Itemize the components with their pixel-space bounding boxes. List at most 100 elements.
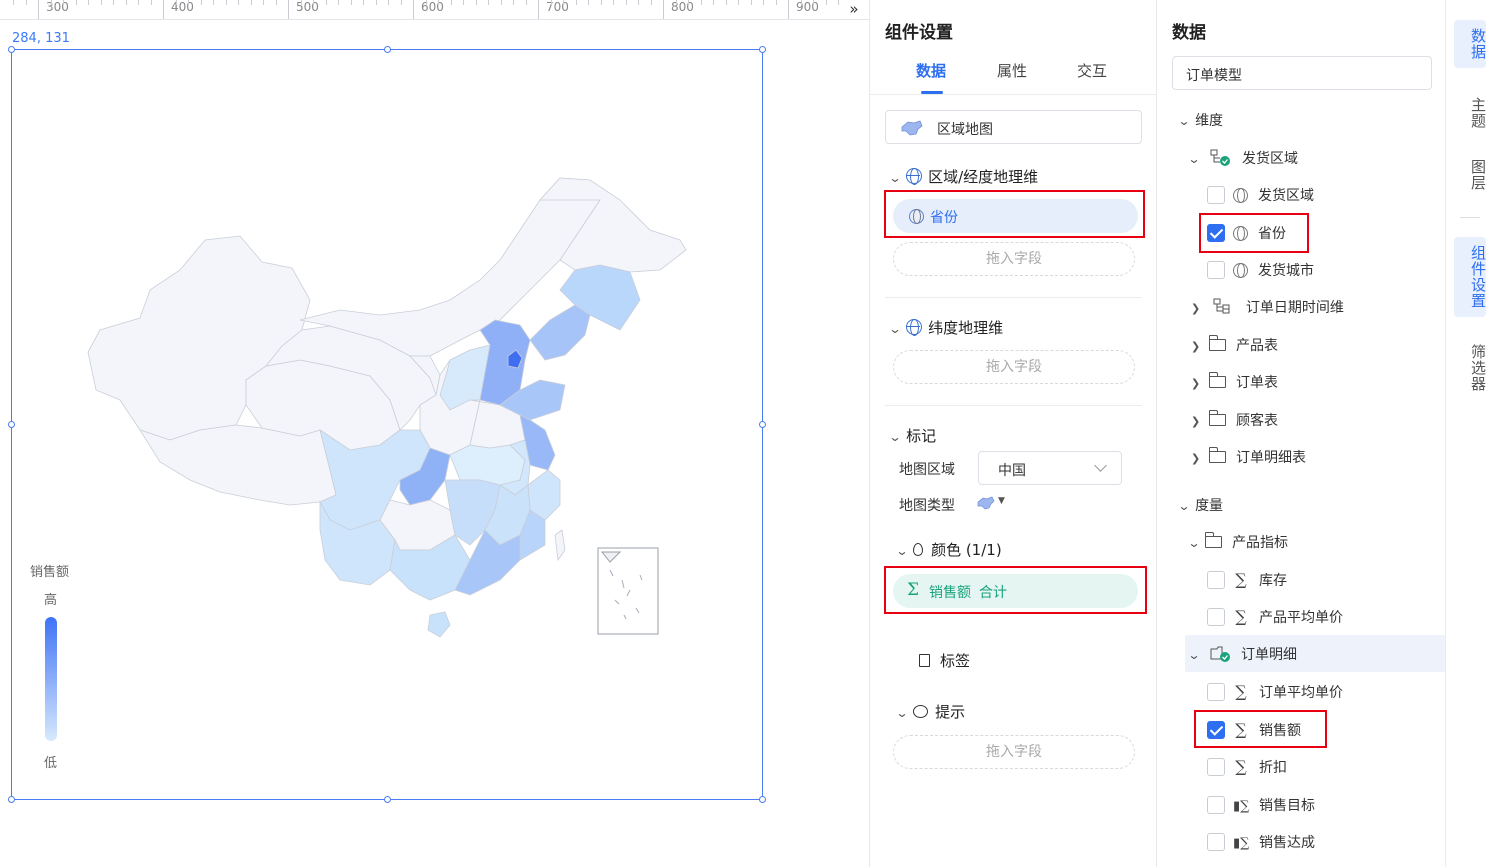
tree-item-field[interactable]: 发货城市 <box>1207 260 1314 280</box>
section-region-geo[interactable]: ⌄ 区域/经度地理维 <box>888 166 1038 187</box>
checkbox[interactable] <box>1207 571 1225 589</box>
design-canvas[interactable]: 300 400 500 600 700 800 900 » 284, 131 销… <box>0 0 869 867</box>
chevron-down-icon: ⌄ <box>1187 152 1201 166</box>
legend-title: 销售额 <box>30 565 70 580</box>
section-marker[interactable]: ⌄ 标记 <box>888 425 937 446</box>
tree-item-field[interactable]: 发货区域 <box>1207 185 1314 205</box>
hierarchy-icon <box>1213 298 1230 314</box>
highlight-box <box>884 190 1145 238</box>
sigma-icon: ∑ <box>1235 570 1247 589</box>
checkbox[interactable] <box>1207 186 1225 204</box>
chevron-right-icon: ❯ <box>1191 452 1201 465</box>
chevron-down-icon: ⌄ <box>888 171 902 185</box>
calc-sigma-icon: ▮∑ <box>1233 799 1250 814</box>
checkbox[interactable] <box>1207 683 1225 701</box>
tree-item-field[interactable]: ∑ 折扣 <box>1207 757 1287 777</box>
side-tab-bar: 数据 主题 图层 组件设置 筛选器 <box>1445 0 1492 867</box>
side-tab-theme[interactable]: 主题 <box>1454 89 1487 137</box>
checkbox[interactable] <box>1207 758 1225 776</box>
side-tab-layers[interactable]: 图层 <box>1454 151 1487 199</box>
checkbox[interactable] <box>1207 796 1225 814</box>
tree-item-folder[interactable]: ❯ 订单明细表 <box>1191 447 1306 467</box>
section-label: 标签 <box>940 652 971 670</box>
tab-data[interactable]: 数据 <box>916 60 946 81</box>
tree-item-field[interactable]: ▮∑ 销售目标 <box>1207 795 1315 815</box>
tree-item-label: 库存 <box>1259 573 1287 589</box>
model-selector[interactable]: 订单模型 <box>1172 56 1432 90</box>
map-region <box>427 611 451 638</box>
map-type-dropdown[interactable]: ▼ <box>977 496 1009 512</box>
tree-item-folder[interactable]: ⌄ 产品指标 <box>1187 532 1288 552</box>
section-tooltip[interactable]: ⌄ 提示 <box>895 701 965 722</box>
chevron-down-icon: ⌄ <box>1187 536 1201 550</box>
legend-low-label: 低 <box>44 756 58 771</box>
tree-item-field[interactable]: ∑ 订单平均单价 <box>1207 682 1343 702</box>
tree-item-folder[interactable]: ❯ 顾客表 <box>1191 410 1278 430</box>
china-region-map[interactable] <box>0 0 869 867</box>
folder-open-icon <box>1205 532 1223 548</box>
tree-item-label: 订单日期时间维 <box>1245 300 1344 316</box>
checkbox[interactable] <box>1207 608 1225 626</box>
hierarchy-check-icon <box>1210 149 1230 166</box>
folder-icon <box>1209 447 1226 463</box>
chevron-down-icon: ⌄ <box>888 430 902 444</box>
label-icon <box>919 654 930 667</box>
map-area-label: 地图区域 <box>899 462 955 478</box>
tree-item-label: 发货区域 <box>1258 188 1314 204</box>
section-color[interactable]: ⌄ 颜色 (1/1) <box>895 539 1001 560</box>
region-map-icon <box>901 120 923 136</box>
chevron-down-icon: ⌄ <box>1177 114 1191 128</box>
side-tab-filter[interactable]: 筛选器 <box>1454 336 1487 400</box>
map-area-select[interactable]: 中国 <box>978 451 1122 485</box>
chevron-right-icon: ❯ <box>1191 302 1201 315</box>
tree-item-folder[interactable]: ❯ 产品表 <box>1191 335 1278 355</box>
panel-title: 组件设置 <box>885 23 953 43</box>
divider <box>885 297 1142 298</box>
folder-icon <box>1209 372 1226 388</box>
highlight-box <box>884 566 1147 614</box>
group-measures[interactable]: ⌄ 度量 <box>1177 495 1223 515</box>
tree-item-label: 销售达成 <box>1259 835 1315 851</box>
tree-item-label: 顾客表 <box>1236 413 1278 429</box>
chevron-down-icon: ⌄ <box>895 544 909 558</box>
latitude-drop-zone[interactable]: 拖入字段 <box>893 350 1135 384</box>
tree-item-hierarchy[interactable]: ❯ 订单日期时间维 <box>1191 297 1344 317</box>
select-value: 中国 <box>998 463 1026 479</box>
tree-item-folder[interactable]: ❯ 订单表 <box>1191 372 1278 392</box>
tree-item-field[interactable]: ∑ 产品平均单价 <box>1207 607 1343 627</box>
side-tab-component-settings[interactable]: 组件设置 <box>1454 237 1487 317</box>
tree-item-label: 订单明细 <box>1240 647 1297 663</box>
panel-title: 数据 <box>1172 23 1206 43</box>
folder-icon <box>1209 410 1226 426</box>
section-label: 标记 <box>906 427 937 445</box>
tree-item-label: 订单明细表 <box>1236 450 1306 466</box>
side-tab-data[interactable]: 数据 <box>1454 20 1487 68</box>
chart-type-label: 区域地图 <box>937 122 993 138</box>
folder-check-icon <box>1210 646 1230 662</box>
region-drop-zone[interactable]: 拖入字段 <box>893 242 1135 276</box>
tree-item-field[interactable]: ∑ 库存 <box>1207 570 1287 590</box>
section-label-mark[interactable]: 标签 <box>919 650 970 671</box>
tree-item-label: 产品表 <box>1236 338 1278 354</box>
chevron-down-icon: ⌄ <box>1187 648 1201 662</box>
tree-item-label: 订单表 <box>1236 375 1278 391</box>
tree-item-hierarchy[interactable]: ⌄ 发货区域 <box>1187 148 1298 168</box>
group-dimensions[interactable]: ⌄ 维度 <box>1177 110 1223 130</box>
tree-item-label: 发货城市 <box>1258 263 1314 279</box>
checkbox[interactable] <box>1207 833 1225 851</box>
tree-item-field[interactable]: ▮∑ 销售达成 <box>1207 832 1315 852</box>
tree-item-folder[interactable]: ⌄ 订单明细 <box>1187 644 1297 664</box>
tooltip-drop-zone[interactable]: 拖入字段 <box>893 735 1135 769</box>
globe-icon <box>906 319 923 336</box>
tree-item-label: 订单平均单价 <box>1259 685 1343 701</box>
globe-icon <box>1233 188 1248 203</box>
section-latitude-geo[interactable]: ⌄ 纬度地理维 <box>888 317 1003 338</box>
tab-interaction[interactable]: 交互 <box>1077 60 1107 81</box>
component-settings-panel: 组件设置 数据 属性 交互 区域地图 ⌄ 区域/经度地理维 省份 拖入字段 ⌄ 纬度… <box>869 0 1158 867</box>
comment-icon <box>913 705 929 718</box>
checkbox[interactable] <box>1207 261 1225 279</box>
globe-icon <box>1233 263 1248 278</box>
chart-type-selector[interactable]: 区域地图 <box>885 110 1142 144</box>
legend-high-label: 高 <box>44 593 58 608</box>
tab-properties[interactable]: 属性 <box>997 60 1027 81</box>
